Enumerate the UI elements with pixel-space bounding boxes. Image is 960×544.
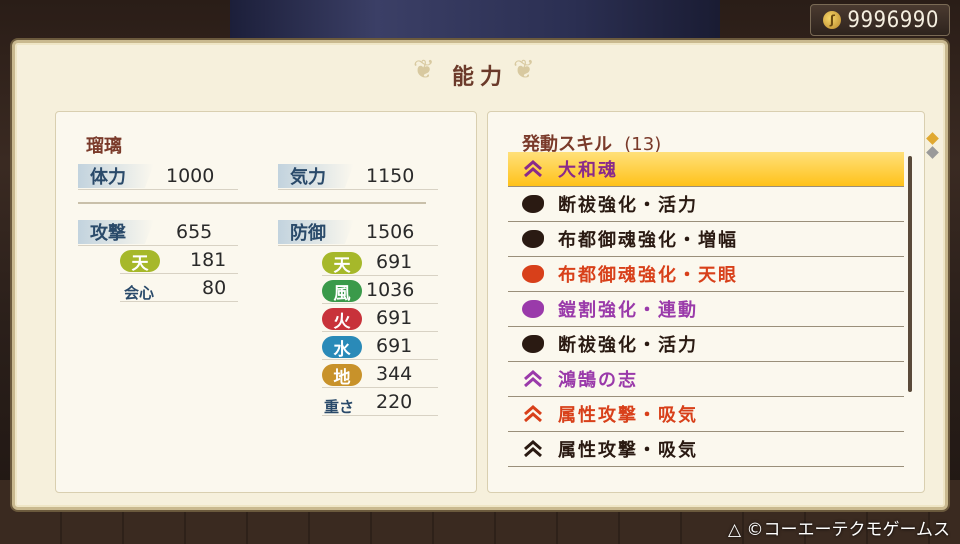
attack-element-badge: 天 bbox=[120, 250, 160, 274]
skills-box: 発動スキル (13) 大和魂 断祓強化・活力 布都御魂強化・増幅 布都御魂強化・天眼鎧… bbox=[487, 111, 925, 493]
page-indicator bbox=[925, 129, 939, 162]
skill-label: 属性攻撃・吸気 bbox=[558, 405, 698, 426]
defense-value: 1506 bbox=[366, 221, 415, 243]
blob-icon bbox=[522, 193, 544, 215]
attack-element-value: 181 bbox=[190, 249, 227, 271]
defense-element-badge: 天 bbox=[322, 252, 362, 276]
scrollbar[interactable] bbox=[908, 156, 912, 392]
chevron-up-icon bbox=[522, 158, 544, 180]
skill-item[interactable]: 属性攻撃・吸気 bbox=[508, 397, 904, 432]
wing-ornament-right-icon: ❦ bbox=[513, 55, 535, 85]
skill-label: 大和魂 bbox=[558, 160, 618, 181]
divider bbox=[278, 245, 438, 246]
weight-label: 重さ bbox=[324, 398, 355, 416]
divider bbox=[322, 275, 438, 276]
chevron-up-icon bbox=[522, 438, 544, 460]
section-divider bbox=[78, 202, 426, 204]
skill-item[interactable]: 布都御魂強化・増幅 bbox=[508, 222, 904, 257]
ki-value: 1150 bbox=[366, 165, 415, 187]
hp-label: 体力 bbox=[78, 164, 154, 188]
divider bbox=[322, 359, 438, 360]
defense-element-value: 344 bbox=[376, 363, 413, 385]
divider bbox=[322, 303, 438, 304]
chevron-up-icon bbox=[522, 368, 544, 390]
copyright-footer: △ ©コーエーテクモゲームス bbox=[728, 520, 950, 540]
skill-item[interactable]: 断祓強化・活力 bbox=[508, 327, 904, 362]
defense-element-badge: 水 bbox=[322, 336, 362, 360]
skill-item[interactable]: 布都御魂強化・天眼 bbox=[508, 257, 904, 292]
background-character bbox=[230, 0, 720, 40]
skill-label: 属性攻撃・吸気 bbox=[558, 440, 698, 461]
currency-amount: 9996990 bbox=[847, 7, 939, 33]
defense-label: 防御 bbox=[278, 220, 354, 244]
defense-element-value: 691 bbox=[376, 307, 413, 329]
blob-icon bbox=[522, 333, 544, 355]
ability-panel: ❦ 能力 ❦ 瑠璃 体力 1000 気力 1150 攻撃 655 天 181 会… bbox=[12, 40, 948, 510]
divider bbox=[120, 301, 238, 302]
stats-box: 瑠璃 体力 1000 気力 1150 攻撃 655 天 181 会心 80 防御… bbox=[55, 111, 477, 493]
divider bbox=[78, 189, 238, 190]
weight-value: 220 bbox=[376, 391, 413, 413]
defense-element-badge: 風 bbox=[322, 280, 362, 304]
currency-display: ʃ 9996990 bbox=[810, 4, 950, 36]
page-dot-active bbox=[925, 132, 939, 145]
hp-value: 1000 bbox=[166, 165, 215, 187]
skill-label: 布都御魂強化・増幅 bbox=[558, 230, 738, 251]
blob-icon bbox=[522, 298, 544, 320]
skill-label: 断祓強化・活力 bbox=[558, 195, 698, 216]
divider bbox=[278, 189, 438, 190]
skill-item[interactable]: 断祓強化・活力 bbox=[508, 187, 904, 222]
divider bbox=[120, 273, 238, 274]
skill-item[interactable]: 鎧割強化・連動 bbox=[508, 292, 904, 327]
attack-value: 655 bbox=[176, 221, 213, 243]
crit-value: 80 bbox=[202, 277, 227, 299]
panel-title: 能力 bbox=[451, 65, 508, 90]
skill-label: 布都御魂強化・天眼 bbox=[558, 265, 738, 286]
divider bbox=[322, 331, 438, 332]
chevron-up-icon bbox=[522, 403, 544, 425]
divider bbox=[78, 245, 238, 246]
character-name: 瑠璃 bbox=[86, 136, 122, 157]
skill-item[interactable]: 鴻鵠の志 bbox=[508, 362, 904, 397]
skill-item[interactable]: 大和魂 bbox=[508, 152, 904, 187]
blob-icon bbox=[522, 228, 544, 250]
skill-label: 鴻鵠の志 bbox=[558, 370, 638, 391]
defense-element-badge: 地 bbox=[322, 364, 362, 388]
page-dot bbox=[925, 146, 939, 159]
skills-list: 大和魂 断祓強化・活力 布都御魂強化・増幅 布都御魂強化・天眼 鎧割強化・連動 断祓強化・… bbox=[508, 152, 904, 467]
skill-label: 鎧割強化・連動 bbox=[558, 300, 698, 321]
blob-icon bbox=[522, 263, 544, 285]
divider bbox=[322, 415, 438, 416]
divider bbox=[322, 387, 438, 388]
crit-label: 会心 bbox=[124, 284, 155, 302]
skill-item[interactable]: 属性攻撃・吸気 bbox=[508, 432, 904, 467]
defense-element-badge: 火 bbox=[322, 308, 362, 332]
defense-element-value: 691 bbox=[376, 251, 413, 273]
defense-element-value: 691 bbox=[376, 335, 413, 357]
defense-element-value: 1036 bbox=[366, 279, 415, 301]
coin-icon: ʃ bbox=[823, 11, 842, 29]
skill-label: 断祓強化・活力 bbox=[558, 335, 698, 356]
attack-label: 攻撃 bbox=[78, 220, 154, 244]
ki-label: 気力 bbox=[278, 164, 354, 188]
